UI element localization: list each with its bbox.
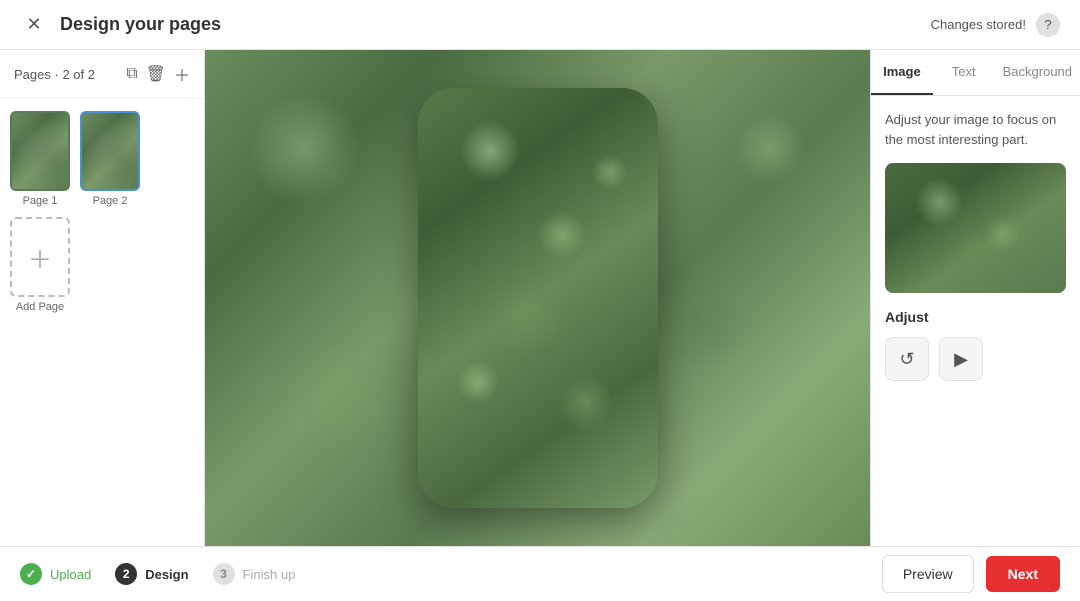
header-right: Changes stored! ? xyxy=(931,13,1060,37)
phone-inner xyxy=(418,88,658,508)
tab-image[interactable]: Image xyxy=(871,50,933,95)
preview-button[interactable]: Preview xyxy=(882,555,974,593)
adjust-description: Adjust your image to focus on the most i… xyxy=(885,110,1066,149)
tab-text[interactable]: Text xyxy=(933,50,995,95)
add-page-label: Add Page xyxy=(16,301,64,313)
adjust-controls: ↺ ▶ xyxy=(885,337,1066,381)
right-panel-content: Adjust your image to focus on the most i… xyxy=(871,96,1080,546)
adjust-section-title: Adjust xyxy=(885,309,1066,325)
page-thumb-label-2: Page 2 xyxy=(93,195,128,207)
add-page-button[interactable]: ＋ Add Page xyxy=(10,217,70,313)
delete-icon[interactable]: 🗑 xyxy=(146,64,166,84)
step-finish-label: Finish up xyxy=(243,567,296,582)
page-thumb-image-1 xyxy=(10,111,70,191)
tab-background[interactable]: Background xyxy=(995,50,1080,95)
play-icon: ▶ xyxy=(954,349,968,370)
left-panel: Pages · 2 of 2 ⧉ 🗑 ＋ Page 1 Page 2 xyxy=(0,50,205,546)
duplicate-icon[interactable]: ⧉ xyxy=(126,65,137,83)
next-button[interactable]: Next xyxy=(986,556,1060,592)
step-design-number: 2 xyxy=(115,563,137,585)
bottom-right: Preview Next xyxy=(882,555,1060,593)
step-upload-label: Upload xyxy=(50,567,91,582)
image-preview xyxy=(885,163,1066,293)
adjust-play-button[interactable]: ▶ xyxy=(939,337,983,381)
changes-stored-label: Changes stored! xyxy=(931,17,1026,32)
page-thumb-1[interactable]: Page 1 xyxy=(10,111,70,207)
step-upload-number: ✓ xyxy=(20,563,42,585)
header: ✕ Design your pages Changes stored! ? xyxy=(0,0,1080,50)
pages-count-label: Pages · 2 of 2 xyxy=(14,67,95,82)
add-icon[interactable]: ＋ xyxy=(174,62,190,86)
undo-icon: ↺ xyxy=(899,349,914,370)
step-finish-number: 3 xyxy=(213,563,235,585)
image-preview-visual xyxy=(885,163,1066,293)
close-button[interactable]: ✕ xyxy=(20,11,48,39)
right-panel: Image Text Background Adjust your image … xyxy=(870,50,1080,546)
step-finish: 3 Finish up xyxy=(213,563,296,585)
adjust-undo-button[interactable]: ↺ xyxy=(885,337,929,381)
page-title: Design your pages xyxy=(60,14,221,35)
help-button[interactable]: ? xyxy=(1036,13,1060,37)
phone-frame xyxy=(418,88,658,508)
page-thumb-label-1: Page 1 xyxy=(23,195,58,207)
canvas-area xyxy=(205,50,870,546)
check-icon: ✓ xyxy=(26,567,36,581)
main-area: Pages · 2 of 2 ⧉ 🗑 ＋ Page 1 Page 2 xyxy=(0,50,1080,546)
header-left: ✕ Design your pages xyxy=(20,11,221,39)
bottom-bar: ✓ Upload 2 Design 3 Finish up Preview Ne… xyxy=(0,546,1080,601)
pages-header: Pages · 2 of 2 ⧉ 🗑 ＋ xyxy=(0,50,204,99)
pages-header-icons: ⧉ 🗑 ＋ xyxy=(126,62,190,86)
pages-list: Page 1 Page 2 ＋ Add Page xyxy=(0,99,204,325)
steps: ✓ Upload 2 Design 3 Finish up xyxy=(20,563,295,585)
step-design-label: Design xyxy=(145,567,188,582)
step-upload: ✓ Upload xyxy=(20,563,91,585)
step-design: 2 Design xyxy=(115,563,188,585)
page-thumb-2[interactable]: Page 2 xyxy=(80,111,140,207)
right-tabs: Image Text Background xyxy=(871,50,1080,96)
add-page-box: ＋ xyxy=(10,217,70,297)
page-thumb-image-2 xyxy=(80,111,140,191)
